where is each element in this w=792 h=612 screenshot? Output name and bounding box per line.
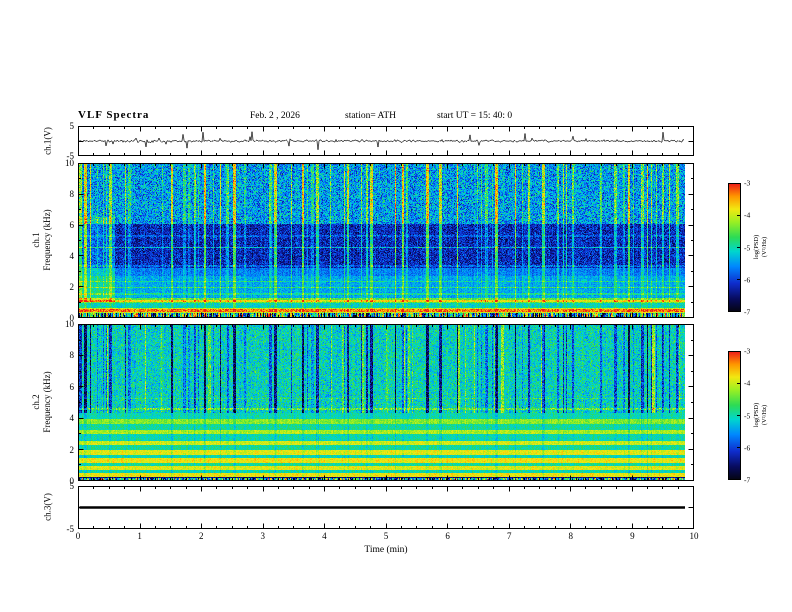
x-tick-label: 2: [198, 531, 204, 541]
ch1-voltage-axis-label: ch.1(V): [42, 127, 53, 155]
time-axis-label: Time (min): [364, 545, 408, 555]
x-tick-label: 4: [322, 531, 327, 541]
ch2-spec-y-tick-label: 4: [69, 413, 75, 424]
ch3-waveform-panel: [78, 486, 694, 529]
plot-start-ut: start UT = 15: 40: 0: [437, 111, 513, 121]
ch1-frequency-axis-label: ch.1 Frequency (kHz): [31, 209, 52, 271]
ch1-spec-y-tick-label: 4: [69, 251, 75, 261]
colorbar2-tick-label: -7: [744, 475, 751, 485]
colorbar1-axis-label: log(PSD)(V²/Hz): [753, 234, 768, 260]
x-tick-label: 9: [630, 531, 635, 541]
ch2-spec-y-tick-label: 10: [65, 319, 74, 329]
ch2-spectrogram-panel: [78, 324, 694, 481]
ch1-spectrogram-panel: [78, 163, 694, 318]
ch2-spec-y-tick-label: 6: [69, 381, 75, 392]
colorbar2-tick-label: -3: [744, 346, 751, 356]
colorbar2-tick-label: -5: [744, 411, 751, 420]
plot-date: Feb. 2 , 2026: [250, 111, 300, 121]
x-tick-label: 7: [506, 531, 512, 541]
x-tick-label: 6: [445, 531, 450, 541]
x-tick-label: 10: [689, 531, 699, 541]
x-tick-label: 8: [568, 531, 574, 541]
ch1-spec-y-tick-label: 2: [69, 282, 75, 292]
x-tick-label: 3: [260, 531, 266, 541]
ch1-volt-y-tick-label: 5: [69, 121, 75, 131]
ch1-waveform-panel: [78, 126, 694, 156]
x-tick-label: 0: [75, 531, 81, 541]
colorbar1-tick-label: -7: [744, 307, 751, 317]
vlf-spectra-figure: VLF Spectra Feb. 2 , 2026 station= ATH s…: [0, 0, 792, 612]
ch2-spec-y-tick-label: 2: [69, 444, 75, 455]
ch1-spec-y-tick-label: 6: [69, 220, 75, 230]
colorbar2-tick-label: -4: [744, 378, 751, 388]
ch3-volt-y-tick-label: 5: [69, 481, 75, 491]
x-tick-label: 5: [383, 531, 389, 541]
ch3-voltage-axis-label: ch.3(V): [42, 493, 53, 521]
colorbar-ch2: [728, 351, 741, 480]
colorbar1-tick-label: -3: [744, 178, 751, 188]
colorbar2-tick-label: -6: [744, 443, 751, 453]
plot-title: VLF Spectra: [78, 109, 150, 121]
ch2-spec-y-tick-label: 8: [69, 350, 75, 361]
colorbar1-tick-label: -4: [744, 210, 751, 220]
ch1-spec-y-tick-label: 8: [69, 189, 75, 199]
colorbar-ch1: [728, 183, 741, 312]
x-tick-label: 1: [137, 531, 142, 541]
ch2-frequency-axis-label: ch.2 Frequency (kHz): [31, 371, 52, 433]
plot-station: station= ATH: [345, 111, 397, 121]
colorbar2-axis-label: log(PSD)(V²/Hz): [753, 402, 768, 428]
ch3-volt-y-tick-label: -5: [66, 524, 75, 534]
colorbar1-tick-label: -6: [744, 275, 751, 285]
ch1-volt-y-tick-label: -5: [66, 151, 75, 161]
colorbar1-tick-label: -5: [744, 243, 751, 252]
